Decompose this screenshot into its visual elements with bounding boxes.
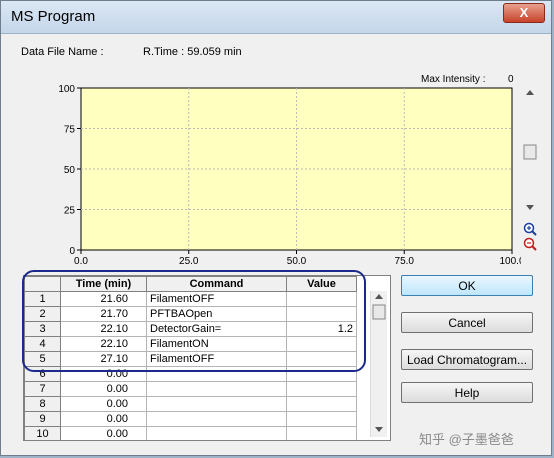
row-number-cell: 6 — [24, 366, 61, 382]
table-row[interactable]: 3 22.10 DetectorGain= 1.2 — [24, 321, 357, 337]
ms-program-table[interactable]: Time (min) Command Value 1 21.60 FilamentO… — [23, 275, 391, 441]
y-tick-label: 75 — [64, 125, 76, 136]
ok-button[interactable]: OK — [401, 275, 533, 296]
value-cell[interactable] — [286, 381, 357, 397]
time-cell[interactable]: 0.00 — [60, 411, 147, 427]
table-scrollbar-graphic — [372, 294, 386, 432]
data-file-name-label: Data File Name : — [21, 46, 104, 58]
command-header: Command — [146, 276, 287, 292]
time-cell[interactable]: 0.00 — [60, 366, 147, 382]
cancel-button[interactable]: Cancel — [401, 312, 533, 333]
row-number-cell: 5 — [24, 351, 61, 367]
time-header: Time (min) — [60, 276, 147, 292]
table-row[interactable]: 5 27.10 FilamentOFF — [24, 351, 357, 367]
table-row[interactable]: 1 21.60 FilamentOFF — [24, 291, 357, 307]
close-icon: X — [519, 5, 529, 20]
value-cell[interactable] — [286, 396, 357, 412]
y-tick-label: 100 — [58, 84, 75, 95]
row-number-cell: 10 — [24, 426, 61, 440]
value-cell[interactable] — [286, 291, 357, 307]
time-cell[interactable]: 27.10 — [60, 351, 147, 367]
table-row[interactable]: 2 21.70 PFTBAOpen — [24, 306, 357, 322]
time-cell[interactable]: 21.60 — [60, 291, 147, 307]
value-cell[interactable] — [286, 366, 357, 382]
window-title: MS Program — [11, 8, 96, 25]
command-cell[interactable]: FilamentOFF — [146, 351, 287, 367]
scroll-up-arrow-icon — [526, 90, 534, 95]
command-cell[interactable]: FilamentON — [146, 336, 287, 352]
command-cell[interactable] — [146, 366, 287, 382]
ms-program-window: MS Program X Data File Name : R.Time : 5… — [0, 0, 552, 456]
close-button[interactable]: X — [503, 3, 545, 23]
command-cell[interactable]: PFTBAOpen — [146, 306, 287, 322]
x-tick-label: 50.0 — [287, 256, 307, 267]
program-grid: Time (min) Command Value 1 21.60 FilamentO… — [24, 276, 357, 440]
row-number-header — [24, 276, 61, 292]
command-cell[interactable] — [146, 426, 287, 440]
help-button[interactable]: Help — [401, 382, 533, 403]
row-number-cell: 7 — [24, 381, 61, 397]
x-tick-label: 25.0 — [179, 256, 199, 267]
command-cell[interactable] — [146, 396, 287, 412]
x-tick-label: 0.0 — [74, 256, 88, 267]
load-chromatogram-button[interactable]: Load Chromatogram... — [401, 349, 533, 370]
scroll-down-arrow-icon — [526, 205, 534, 210]
command-cell[interactable]: DetectorGain= — [146, 321, 287, 337]
time-cell[interactable]: 0.00 — [60, 381, 147, 397]
row-number-cell: 1 — [24, 291, 61, 307]
table-row[interactable]: 10 0.00 — [24, 426, 357, 440]
time-cell[interactable]: 22.10 — [60, 336, 147, 352]
row-number-cell: 2 — [24, 306, 61, 322]
scroll-down-arrow-icon — [375, 427, 383, 432]
x-tick-label: 100.0 — [499, 256, 521, 267]
table-row[interactable]: 8 0.00 — [24, 396, 357, 412]
time-cell[interactable]: 21.70 — [60, 306, 147, 322]
value-cell[interactable] — [286, 336, 357, 352]
table-row[interactable]: 9 0.00 — [24, 411, 357, 427]
title-bar: MS Program X — [1, 1, 551, 34]
chart-scrollbar[interactable] — [522, 87, 538, 222]
table-scrollbar[interactable] — [370, 291, 387, 437]
scroll-thumb — [372, 304, 386, 320]
x-tick-label: 75.0 — [395, 256, 415, 267]
scroll-thumb — [523, 144, 537, 160]
value-cell[interactable] — [286, 426, 357, 440]
table-row[interactable]: 4 22.10 FilamentON — [24, 336, 357, 352]
value-cell[interactable] — [286, 411, 357, 427]
command-cell[interactable] — [146, 381, 287, 397]
row-number-cell: 8 — [24, 396, 61, 412]
spectrum-chart: 02550751000.025.050.075.0100.0 — [58, 84, 521, 267]
table-row[interactable]: 6 0.00 — [24, 366, 357, 382]
row-number-cell: 4 — [24, 336, 61, 352]
command-cell[interactable]: FilamentOFF — [146, 291, 287, 307]
value-cell[interactable] — [286, 306, 357, 322]
value-cell[interactable]: 1.2 — [286, 321, 357, 337]
chart-scrollbar-graphic — [523, 90, 537, 210]
time-cell[interactable]: 22.10 — [60, 321, 147, 337]
row-number-cell: 9 — [24, 411, 61, 427]
row-number-cell: 3 — [24, 321, 61, 337]
command-cell[interactable] — [146, 411, 287, 427]
value-header: Value — [286, 276, 357, 292]
y-tick-label: 25 — [64, 206, 76, 217]
value-cell[interactable] — [286, 351, 357, 367]
watermark: 知乎 @子墨爸爸 — [419, 432, 514, 447]
table-row[interactable]: 7 0.00 — [24, 381, 357, 397]
zoom-out-icon[interactable] — [523, 237, 537, 251]
scroll-up-arrow-icon — [375, 294, 383, 299]
y-tick-label: 50 — [64, 165, 76, 176]
time-cell[interactable]: 0.00 — [60, 396, 147, 412]
retention-time-label: R.Time : 59.059 min — [143, 46, 242, 58]
time-cell[interactable]: 0.00 — [60, 426, 147, 440]
zoom-in-icon[interactable] — [523, 222, 537, 236]
